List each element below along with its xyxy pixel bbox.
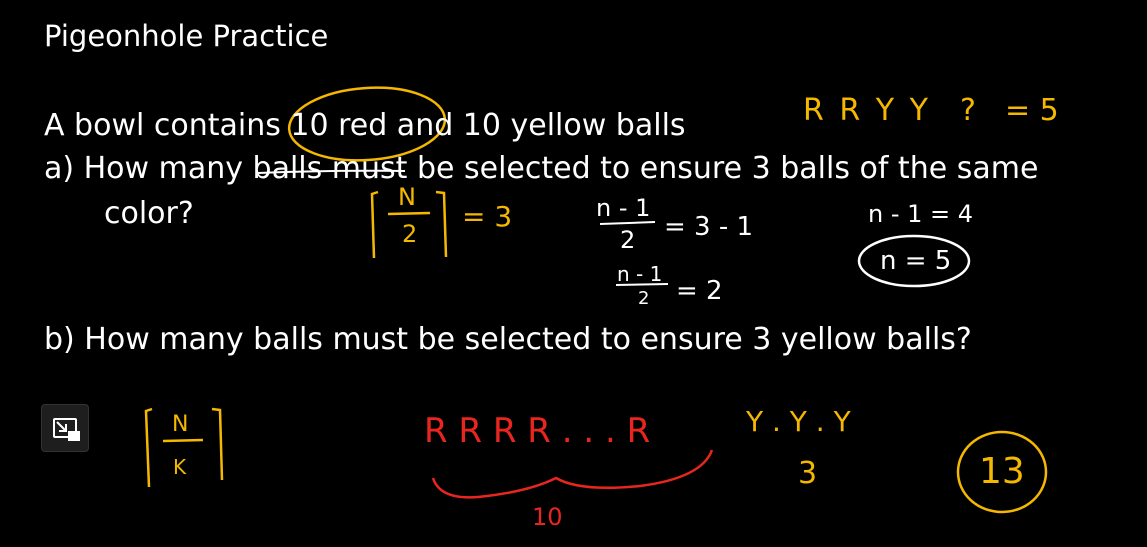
- yellow-count: 3: [798, 456, 818, 491]
- ceil2-numerator: N: [172, 412, 189, 437]
- ceil-numerator: N: [398, 183, 416, 211]
- part-b-question: b) How many balls must be selected to en…: [44, 322, 972, 357]
- fraction2-equation: = 2: [676, 276, 723, 306]
- red-count: 10: [532, 503, 563, 531]
- rryy-equals: = 5: [1005, 93, 1059, 128]
- red-brace: [431, 449, 714, 499]
- part-a-question-cont: color?: [104, 196, 194, 231]
- answer-b: 13: [979, 451, 1025, 492]
- yellow-ball-sequence: Y . Y . Y: [746, 405, 851, 438]
- fraction2-denominator: 2: [638, 288, 650, 309]
- page-title: Pigeonhole Practice: [44, 19, 329, 53]
- fraction2-numerator: n - 1: [617, 262, 663, 286]
- part-a-question: a) How many balls must be selected to en…: [44, 151, 1039, 186]
- picture-in-picture-button[interactable]: [41, 404, 89, 452]
- ceil2-denominator: K: [173, 455, 187, 479]
- fraction1-equation: = 3 - 1: [664, 212, 754, 242]
- fraction1-denominator: 2: [620, 226, 636, 254]
- ceil-denominator: 2: [402, 220, 418, 248]
- ceil-result: = 3: [462, 200, 513, 233]
- picture-in-picture-icon: [53, 418, 80, 441]
- n-result: n = 5: [880, 246, 952, 276]
- rryy-question-mark: ?: [960, 93, 976, 128]
- n-minus-one-equation: n - 1 = 4: [868, 200, 974, 228]
- problem-intro: A bowl contains 10 red and 10 yellow bal…: [44, 108, 686, 143]
- red-ball-sequence: R R R R . . . R: [424, 411, 651, 451]
- fraction1-numerator: n - 1: [596, 194, 651, 222]
- rryy-note: R R Y Y: [803, 93, 931, 128]
